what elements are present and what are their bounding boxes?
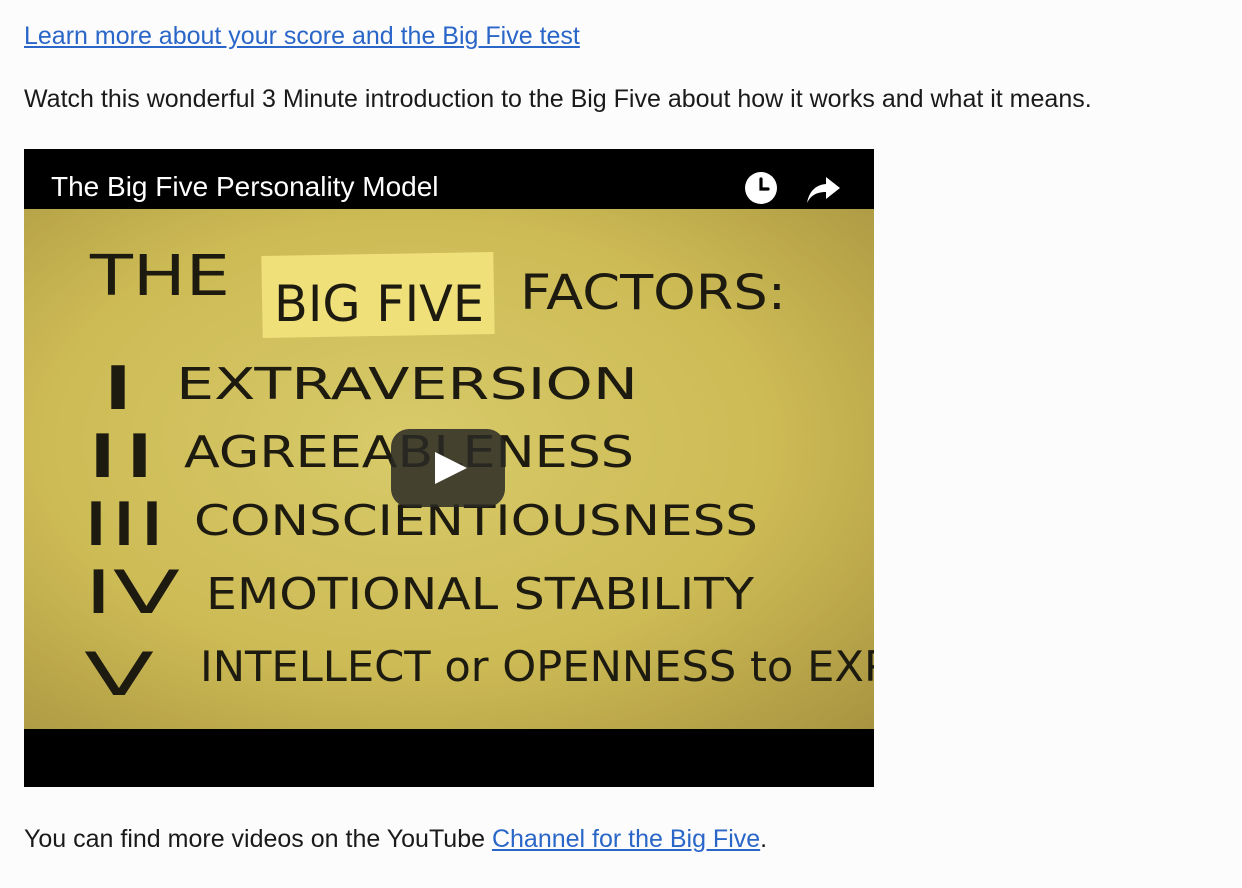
frame-heading-right: FACTORS:	[520, 265, 786, 321]
factor-numeral: II	[84, 422, 158, 492]
factor-text: EMOTIONAL STABILITY	[206, 569, 754, 620]
frame-note: BIG FIVE	[274, 275, 484, 333]
play-icon[interactable]	[391, 429, 505, 507]
factor-text: EXTRAVERSION	[176, 359, 638, 410]
video-title[interactable]: The Big Five Personality Model	[51, 171, 439, 203]
intro-text: Watch this wonderful 3 Minute introducti…	[24, 85, 1092, 113]
learn-more-link[interactable]: Learn more about your score and the Big …	[24, 22, 580, 51]
factor-numeral: IV	[84, 558, 180, 628]
share-arrow-icon[interactable]	[806, 173, 842, 205]
frame-heading-left: THE	[89, 244, 230, 309]
factor-numeral: I	[98, 354, 138, 424]
clock-icon[interactable]	[744, 171, 778, 205]
outro-text: You can find more videos on the YouTube …	[24, 825, 767, 854]
factor-numeral: V	[84, 640, 154, 710]
outro-prefix: You can find more videos on the YouTube	[24, 825, 492, 853]
video-title-bar: The Big Five Personality Model	[24, 149, 874, 209]
factor-text: INTELLECT or OPENNESS to EXP	[200, 642, 874, 691]
factor-numeral: III	[82, 490, 166, 560]
youtube-channel-link[interactable]: Channel for the Big Five	[492, 825, 760, 853]
video-player[interactable]: The Big Five Personality Model THE BIG F…	[24, 149, 874, 787]
outro-suffix: .	[760, 825, 768, 853]
